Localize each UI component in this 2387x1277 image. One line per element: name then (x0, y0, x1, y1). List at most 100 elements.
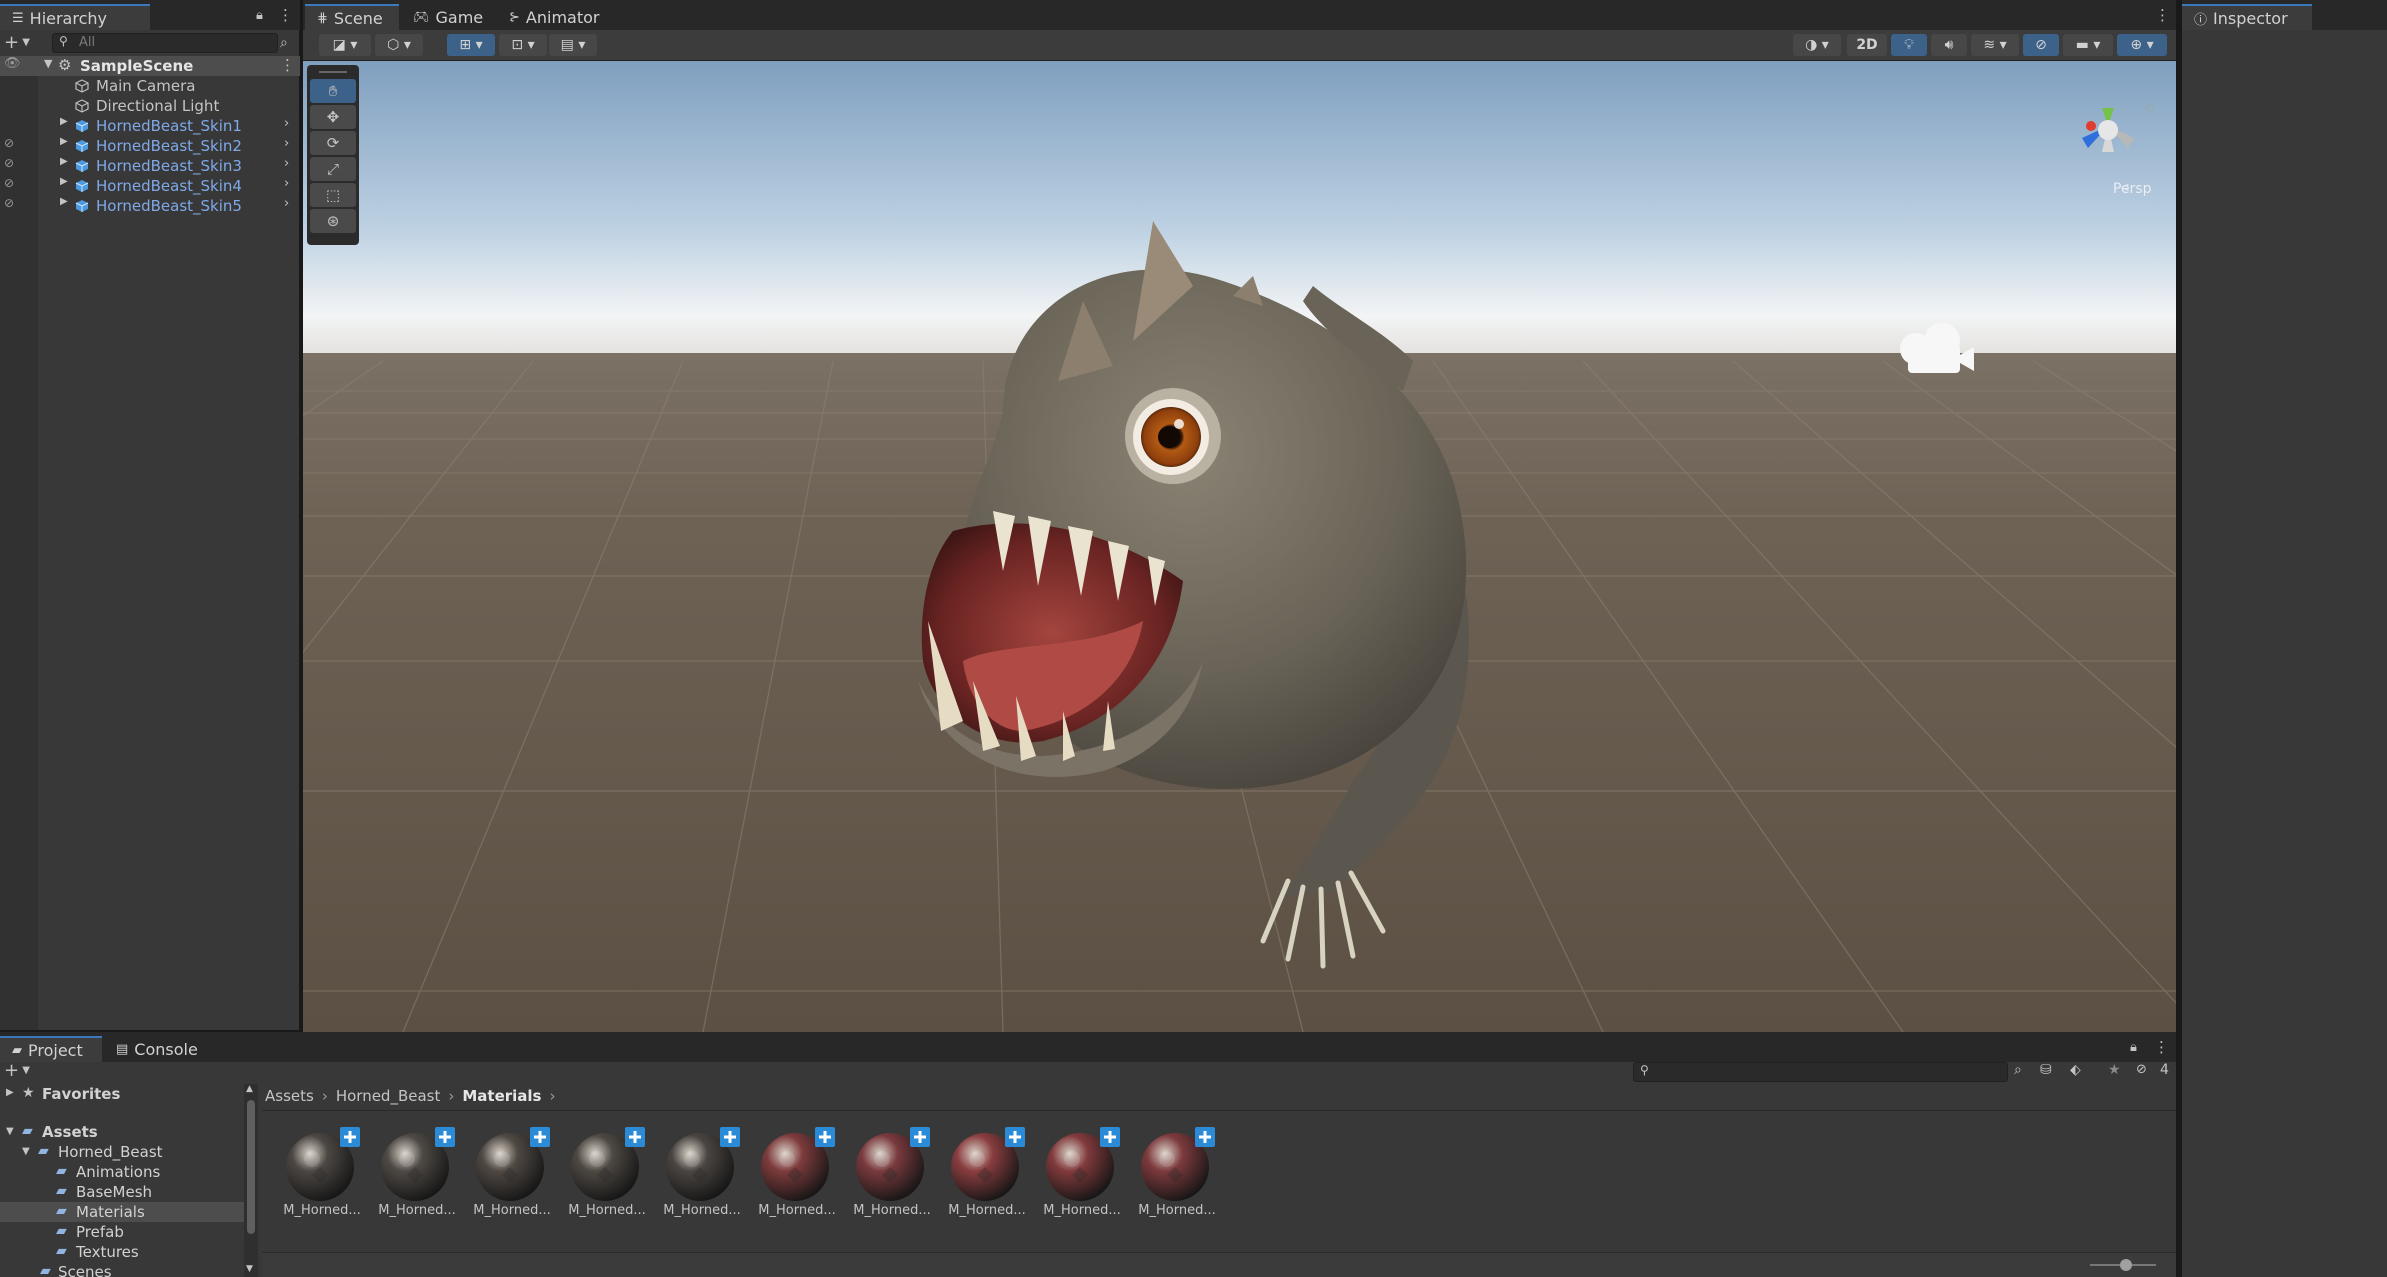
draw-mode-dropdown[interactable]: ◪ ▾ (319, 34, 371, 56)
star-icon[interactable]: ★ (2108, 1062, 2121, 1078)
project-search-input[interactable]: ⚲ (1633, 1062, 2008, 1082)
create-asset-button[interactable]: + ▼ (4, 1060, 44, 1082)
add-object-button[interactable]: + ▼ (4, 33, 44, 55)
material-asset[interactable]: M_Horned... (467, 1125, 557, 1225)
chevron-right-icon[interactable]: › (284, 196, 289, 211)
tab-console[interactable]: ▤ Console (104, 1036, 204, 1062)
filter-type-icon[interactable]: ⛁ (2040, 1062, 2052, 1078)
chevron-right-icon[interactable]: › (284, 136, 289, 151)
tab-scene[interactable]: ⋕ Scene (305, 4, 399, 30)
breadcrumb-assets[interactable]: Assets (265, 1087, 314, 1105)
foldout-closed-icon[interactable]: ▶ (60, 176, 68, 187)
breadcrumb-horned-beast[interactable]: Horned_Beast (336, 1087, 441, 1105)
scene-viewport[interactable]: < Persp ✋︎ ✥ ⟳ ⤢ ⬚ ⊛ (303, 61, 2176, 1032)
eye-hidden-icon[interactable]: ⊘ (4, 196, 14, 210)
lighting-toggle[interactable]: 💡︎ (1891, 34, 1927, 56)
material-asset[interactable]: M_Horned... (562, 1125, 652, 1225)
foldout-closed-icon[interactable]: ▶ (60, 136, 68, 147)
scroll-thumb[interactable] (247, 1100, 255, 1234)
foldout-closed-icon[interactable]: ▶ (6, 1087, 14, 1098)
chevron-right-icon[interactable]: › (284, 156, 289, 171)
folder-scenes[interactable]: Scenes (58, 1262, 112, 1277)
scroll-up-icon[interactable]: ▲ (246, 1084, 253, 1094)
material-asset[interactable]: M_Horned... (372, 1125, 462, 1225)
more-icon[interactable]: ⋮ (2154, 1038, 2169, 1056)
hand-tool-button[interactable]: ✋︎ (310, 79, 356, 103)
perspective-label[interactable]: Persp (2113, 181, 2152, 197)
tab-inspector[interactable]: ⓘ Inspector (2182, 4, 2312, 30)
material-asset[interactable]: M_Horned... (657, 1125, 747, 1225)
increment-snap-dropdown[interactable]: ▤ ▾ (549, 34, 597, 56)
foldout-open-icon[interactable]: ▼ (44, 57, 52, 70)
scene-more-icon[interactable]: ⋮ (2155, 6, 2170, 24)
grid-snap-dropdown[interactable]: ⊡ ▾ (499, 34, 547, 56)
foldout-closed-icon[interactable]: ▶ (60, 156, 68, 167)
label-icon[interactable]: ⬖ (2070, 1062, 2081, 1078)
folder-textures[interactable]: Textures (76, 1242, 139, 1262)
rect-tool-button[interactable]: ⬚ (310, 183, 356, 207)
breadcrumb-materials[interactable]: Materials (462, 1087, 541, 1105)
eye-hidden-icon[interactable]: ⊘ (4, 136, 14, 150)
move-tool-button[interactable]: ✥ (310, 105, 356, 129)
foldout-open-icon[interactable]: ▼ (22, 1146, 30, 1157)
hierarchy-item-hornedbeast-skin4[interactable]: ⊘ ▶ HornedBeast_Skin4 › (0, 176, 300, 196)
hierarchy-item-hornedbeast-skin3[interactable]: ⊘ ▶ HornedBeast_Skin3 › (0, 156, 300, 176)
hidden-packages-icon[interactable]: ⊘ (2136, 1062, 2147, 1077)
foldout-closed-icon[interactable]: ▶ (60, 116, 68, 127)
render-mode-dropdown[interactable]: ⬡ ▾ (375, 34, 423, 56)
gizmos-dropdown[interactable]: ⊕ ▾ (2117, 34, 2167, 56)
material-asset[interactable]: M_Horned... (1037, 1125, 1127, 1225)
icon-size-slider-handle[interactable] (2120, 1259, 2132, 1271)
snap-toggle[interactable]: ⊞ ▾ (447, 34, 495, 56)
folder-horned-beast[interactable]: Horned_Beast (58, 1142, 163, 1162)
transform-tool-button[interactable]: ⊛ (310, 209, 356, 233)
tree-scrollbar[interactable]: ▲ ▼ (244, 1084, 258, 1277)
lock-icon[interactable]: 🔒︎ (2130, 1040, 2137, 1055)
more-icon[interactable]: ⋮ (278, 6, 293, 24)
material-asset[interactable]: M_Horned... (1132, 1125, 1222, 1225)
assets-folder[interactable]: Assets (42, 1122, 98, 1142)
scene-row[interactable]: 👁︎ ▼ ⚙ SampleScene ⋮ (0, 56, 300, 76)
eye-hidden-icon[interactable]: ⊘ (4, 176, 14, 190)
hierarchy-item-hornedbeast-skin1[interactable]: ▶ HornedBeast_Skin1 › (0, 116, 300, 136)
foldout-closed-icon[interactable]: ▶ (60, 196, 68, 207)
chevron-right-icon[interactable]: › (284, 116, 289, 131)
material-asset[interactable]: M_Horned... (942, 1125, 1032, 1225)
scene-render[interactable]: < (303, 61, 2176, 1032)
material-asset[interactable]: M_Horned... (752, 1125, 842, 1225)
scale-tool-button[interactable]: ⤢ (310, 157, 356, 181)
toggle-2d-button[interactable]: 2D (1847, 34, 1887, 56)
chevron-right-icon[interactable]: › (284, 176, 289, 191)
hierarchy-item-directional-light[interactable]: Directional Light (0, 96, 300, 116)
effects-dropdown[interactable]: ≋ ▾ (1971, 34, 2019, 56)
camera-dropdown[interactable]: ▬ ▾ (2063, 34, 2113, 56)
overlay-handle[interactable] (319, 71, 347, 73)
material-asset[interactable]: M_Horned... (277, 1125, 367, 1225)
eye-hidden-icon[interactable]: ⊘ (4, 156, 14, 170)
folder-animations[interactable]: Animations (76, 1162, 160, 1182)
audio-toggle[interactable]: 🔊︎ (1931, 34, 1967, 56)
hierarchy-item-hornedbeast-skin2[interactable]: ⊘ ▶ HornedBeast_Skin2 › (0, 136, 300, 156)
lock-icon[interactable]: 🔒︎ (256, 8, 263, 23)
shading-dropdown[interactable]: ◑ ▾ (1793, 34, 1841, 56)
tab-animator[interactable]: ⊱ Animator (497, 4, 621, 30)
eye-icon[interactable]: 👁︎ (4, 56, 21, 71)
tab-game[interactable]: 🎮︎ Game (401, 4, 495, 30)
material-asset[interactable]: M_Horned... (847, 1125, 937, 1225)
search-by-type-icon[interactable]: ⌕ (2014, 1062, 2022, 1078)
foldout-open-icon[interactable]: ▼ (6, 1126, 14, 1137)
folder-materials[interactable]: Materials (76, 1202, 145, 1222)
folder-basemesh[interactable]: BaseMesh (76, 1182, 152, 1202)
hidden-objects-toggle[interactable]: ⊘ (2023, 34, 2059, 56)
folder-prefab[interactable]: Prefab (76, 1222, 124, 1242)
scene-search-icon[interactable]: ⌕ (280, 35, 288, 51)
tab-hierarchy[interactable]: ☰ Hierarchy (0, 4, 150, 30)
favorites-folder[interactable]: Favorites (42, 1084, 120, 1104)
tab-project[interactable]: ▰ Project (0, 1036, 102, 1062)
scene-more-icon[interactable]: ⋮ (280, 56, 295, 74)
hierarchy-item-hornedbeast-skin5[interactable]: ⊘ ▶ HornedBeast_Skin5 › (0, 196, 300, 216)
hierarchy-item-main-camera[interactable]: Main Camera (0, 76, 300, 96)
hierarchy-search-input[interactable]: ⚲ All (52, 33, 278, 53)
rotate-tool-button[interactable]: ⟳ (310, 131, 356, 155)
scroll-down-icon[interactable]: ▼ (246, 1264, 253, 1274)
